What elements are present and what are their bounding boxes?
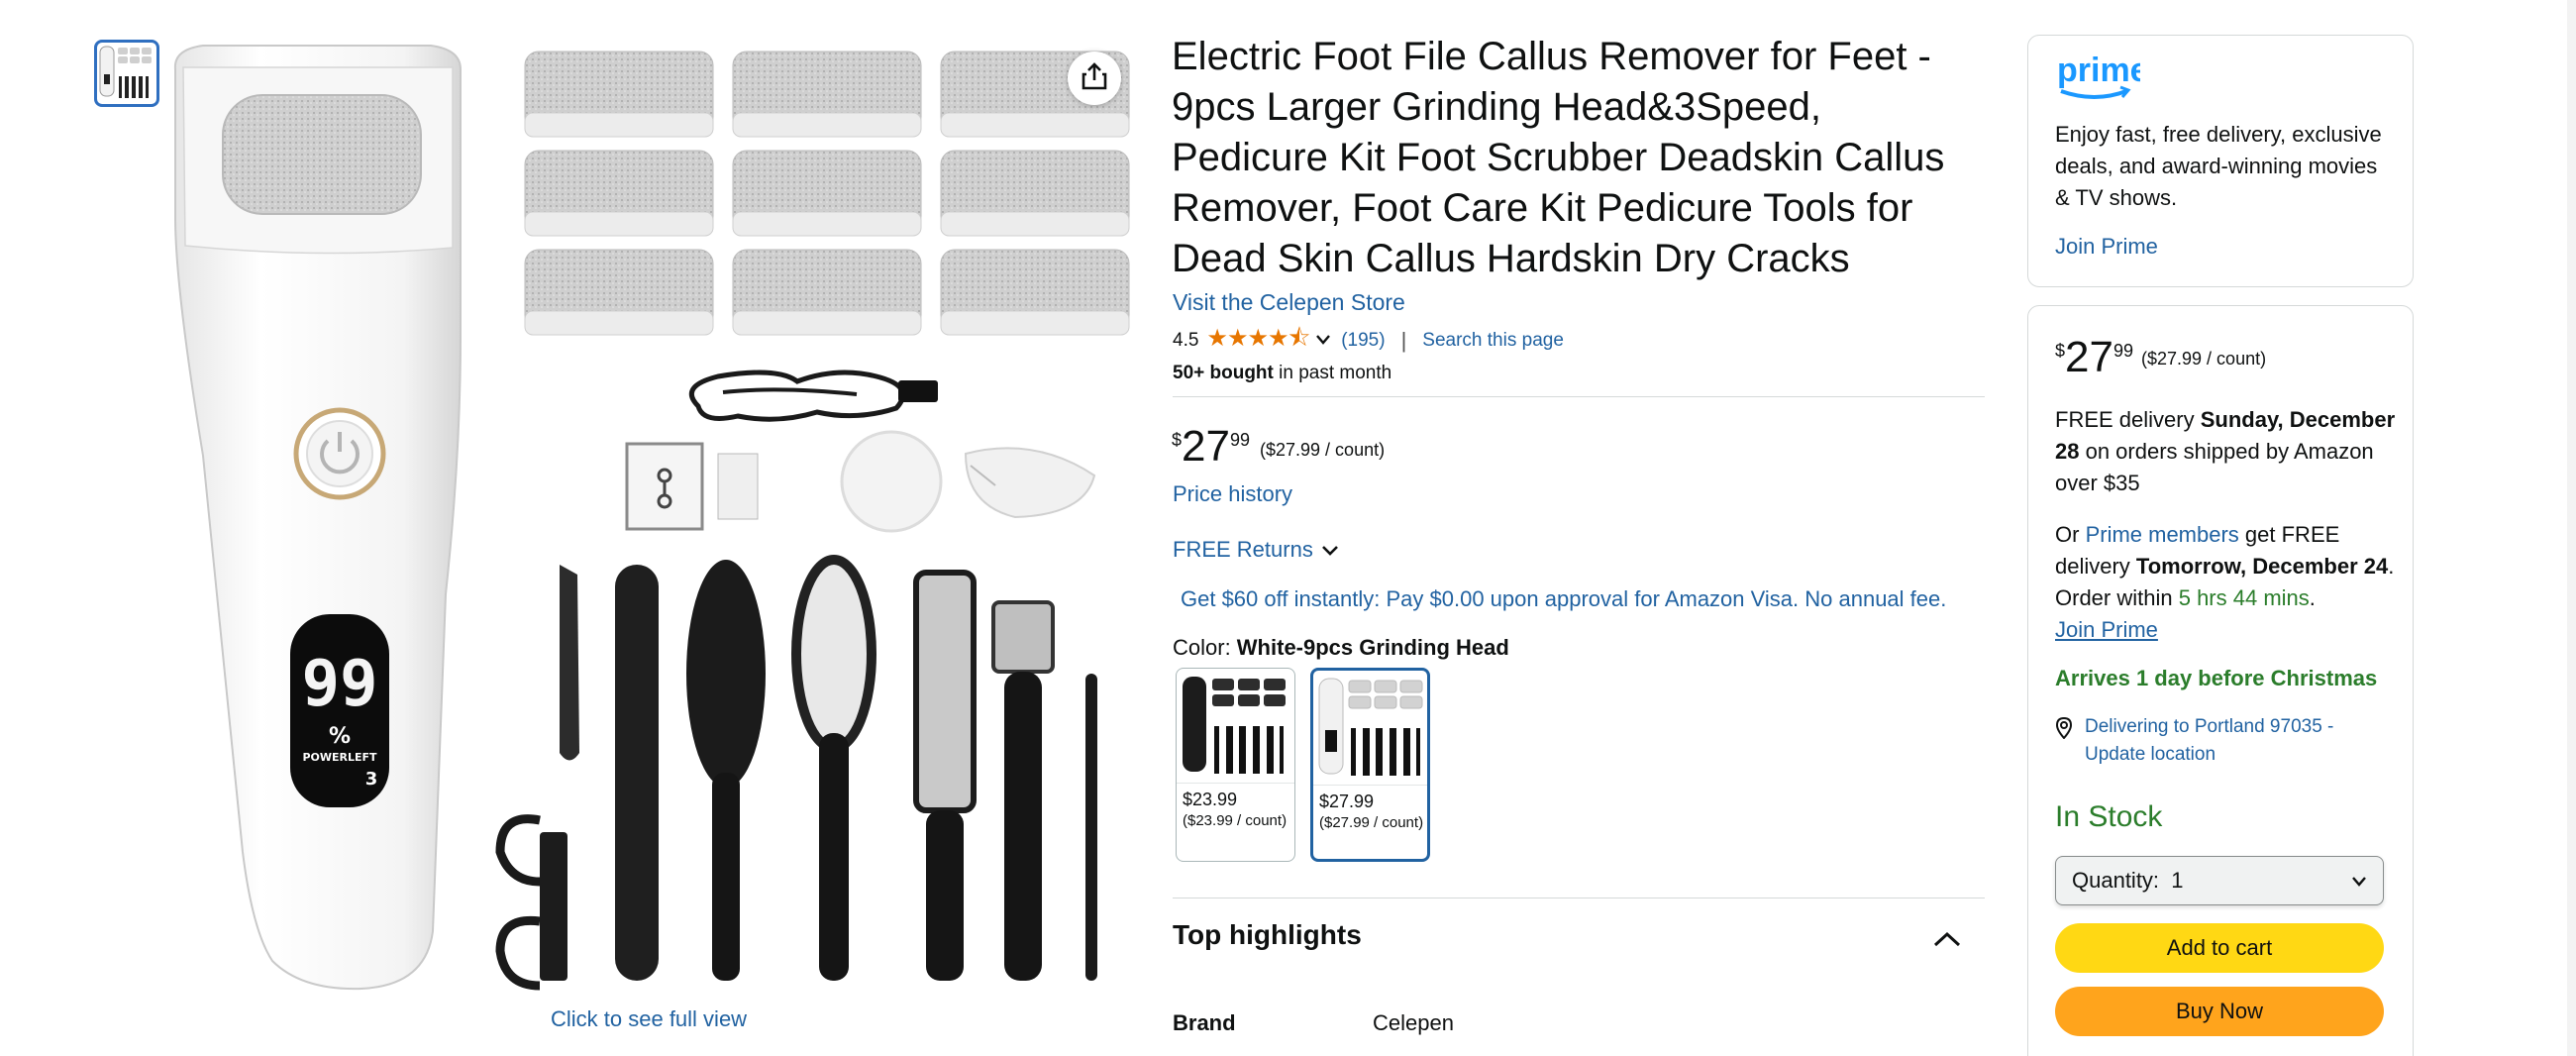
buy-box-price: $ 27 99 ($27.99 / count)	[2055, 335, 2266, 380]
delivery-suffix: on orders shipped by Amazon over $35	[2055, 439, 2374, 495]
color-swatch-black[interactable]: $23.99 ($23.99 / count)	[1176, 668, 1295, 862]
price-block: $ 27 99 ($27.99 / count)	[1172, 424, 1385, 470]
price-per-unit: ($27.99 / count)	[1260, 440, 1386, 460]
or-text: Or	[2055, 522, 2086, 547]
review-count-link[interactable]: (195)	[1341, 330, 1385, 352]
prime-logo-text: prime	[2057, 53, 2140, 89]
standard-delivery-info: FREE delivery Sunday, December 28 on ord…	[2055, 404, 2397, 499]
full-view-link[interactable]: Click to see full view	[551, 1006, 747, 1032]
fast-delivery-date: Tomorrow, December 24	[2135, 554, 2389, 579]
color-value: White-9pcs Grinding Head	[1236, 635, 1509, 660]
display-percent: 99	[301, 648, 377, 721]
christmas-arrival-note: Arrives 1 day before Christmas	[2055, 666, 2378, 690]
stock-status: In Stock	[2055, 800, 2163, 833]
display-label: POWERLEFT	[302, 751, 377, 764]
color-label-prefix: Color:	[1173, 635, 1237, 660]
fastest-delivery-info: Or Prime members get FREE delivery Tomor…	[2055, 519, 2397, 646]
quantity-label: Quantity:	[2072, 868, 2160, 893]
main-product-image[interactable]: 99 % POWERLEFT 3	[163, 40, 1139, 1001]
chevron-down-icon	[1321, 537, 1339, 563]
share-icon	[1081, 61, 1108, 96]
chevron-down-icon[interactable]	[1315, 330, 1331, 352]
product-title: Electric Foot File Callus Remover for Fe…	[1172, 35, 1945, 280]
prime-logo: prime	[2055, 52, 2149, 106]
swatch-unit-price: ($27.99 / count)	[1319, 814, 1424, 831]
add-to-cart-button[interactable]: Add to cart	[2055, 923, 2384, 973]
swatch-price: $23.99	[1183, 790, 1238, 809]
bought-in-past-month: 50+ bought in past month	[1173, 363, 1391, 384]
separator: |	[1400, 328, 1407, 353]
quantity-select[interactable]: Quantity: 1	[2055, 856, 2384, 905]
divider	[1173, 396, 1985, 397]
swatch-image	[1177, 669, 1294, 784]
display-unit: %	[329, 724, 351, 749]
swatch-price: $27.99	[1319, 792, 1375, 811]
color-swatch-white[interactable]: $27.99 ($27.99 / count)	[1310, 668, 1430, 862]
price-symbol: $	[2055, 341, 2066, 361]
location-pin-icon	[2055, 716, 2073, 769]
price-whole: 27	[2065, 333, 2113, 381]
price-history-link[interactable]: Price history	[1173, 481, 1292, 507]
display-speed: 3	[365, 769, 378, 790]
free-returns-label: FREE Returns	[1173, 537, 1313, 562]
quantity-value: 1	[2171, 868, 2184, 893]
visa-offer-link[interactable]: Get $60 off instantly: Pay $0.00 upon ap…	[1181, 586, 1946, 612]
swatch-image	[1313, 671, 1427, 786]
color-label: Color: White-9pcs Grinding Head	[1173, 635, 1509, 661]
chevron-down-icon	[2351, 868, 2367, 894]
share-button[interactable]	[1068, 52, 1121, 105]
brand-label: Brand	[1173, 1010, 1236, 1035]
search-page-link[interactable]: Search this page	[1422, 330, 1564, 352]
countdown: 5 hrs 44 mins	[2178, 585, 2310, 610]
price-whole: 27	[1182, 422, 1230, 471]
price-fraction: 99	[2112, 341, 2133, 361]
swatch-unit-price: ($23.99 / count)	[1183, 812, 1288, 829]
top-highlights-heading[interactable]: Top highlights	[1173, 919, 1362, 951]
prime-members-link[interactable]: Prime members	[2086, 522, 2239, 547]
quantity-text: Quantity: 1	[2072, 868, 2184, 894]
price-fraction: 99	[1229, 430, 1250, 450]
star-rating-icon[interactable]: ★★★★⯪	[1206, 321, 1310, 362]
location-text: Delivering to Portland 97035 - Update lo…	[2085, 716, 2334, 765]
prime-description: Enjoy fast, free delivery, exclusive dea…	[2055, 122, 2382, 210]
price-symbol: $	[1172, 430, 1183, 450]
bought-count: 50+ bought	[1173, 363, 1274, 383]
bought-suffix: in past month	[1273, 363, 1392, 383]
chevron-up-icon[interactable]	[1929, 921, 1965, 957]
period: .	[2309, 585, 2316, 610]
scrollbar-track[interactable]	[2567, 0, 2576, 1056]
product-thumbnail[interactable]	[94, 40, 159, 107]
store-link[interactable]: Visit the Celepen Store	[1173, 289, 1405, 316]
brand-value: Celepen	[1373, 1010, 1454, 1035]
delivery-prefix: FREE delivery	[2055, 407, 2201, 432]
price-per-unit: ($27.99 / count)	[2141, 349, 2267, 369]
delivery-location[interactable]: Delivering to Portland 97035 - Update lo…	[2055, 713, 2397, 769]
rating-row: 4.5 ★★★★⯪ (195) | Search this page	[1173, 325, 1564, 355]
free-returns-dropdown[interactable]: FREE Returns	[1173, 537, 1339, 563]
join-prime-link[interactable]: Join Prime	[2055, 234, 2158, 260]
join-prime-link[interactable]: Join Prime	[2055, 617, 2158, 642]
buy-now-button[interactable]: Buy Now	[2055, 987, 2384, 1036]
rating-value: 4.5	[1173, 330, 1199, 351]
